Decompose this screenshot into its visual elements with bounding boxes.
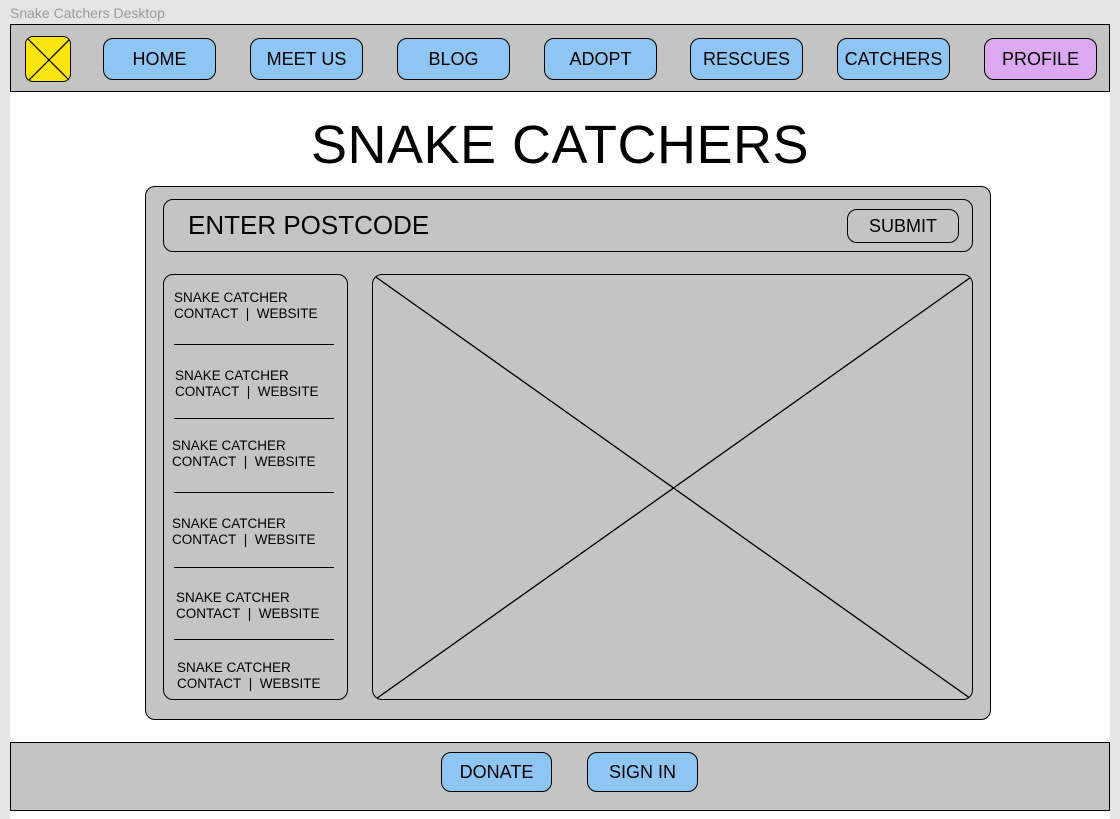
link-separator: |	[248, 676, 253, 691]
postcode-search-bar[interactable]: ENTER POSTCODE SUBMIT	[163, 199, 973, 252]
contact-link[interactable]: CONTACT	[174, 306, 238, 321]
website-link[interactable]: WEBSITE	[258, 384, 319, 399]
contact-link[interactable]: CONTACT	[172, 532, 236, 547]
postcode-input-label[interactable]: ENTER POSTCODE	[188, 210, 429, 241]
catcher-links: CONTACT | WEBSITE	[174, 306, 318, 322]
list-divider	[174, 567, 334, 568]
nav-blog-button[interactable]: BLOG	[397, 38, 510, 80]
footer: DONATE SIGN IN	[10, 742, 1110, 811]
nav-meet-us-button[interactable]: MEET US	[250, 38, 363, 80]
nav-adopt-button[interactable]: ADOPT	[544, 38, 657, 80]
catcher-links: CONTACT | WEBSITE	[172, 532, 316, 548]
catcher-list-item: SNAKE CATCHER CONTACT | WEBSITE	[172, 516, 316, 548]
catcher-links: CONTACT | WEBSITE	[177, 676, 321, 692]
contact-link[interactable]: CONTACT	[177, 676, 241, 691]
image-placeholder-icon	[373, 275, 972, 699]
catcher-links: CONTACT | WEBSITE	[176, 606, 320, 622]
list-divider	[174, 418, 334, 419]
link-separator: |	[246, 384, 251, 399]
catcher-list-item: SNAKE CATCHER CONTACT | WEBSITE	[177, 660, 321, 692]
nav-profile-button[interactable]: PROFILE	[984, 38, 1097, 80]
website-link[interactable]: WEBSITE	[257, 306, 318, 321]
nav-home-button[interactable]: HOME	[103, 38, 216, 80]
catcher-list-item: SNAKE CATCHER CONTACT | WEBSITE	[175, 368, 319, 400]
website-link[interactable]: WEBSITE	[255, 532, 316, 547]
sign-in-button[interactable]: SIGN IN	[587, 752, 698, 792]
catcher-links: CONTACT | WEBSITE	[175, 384, 319, 400]
catcher-name: SNAKE CATCHER	[175, 368, 289, 383]
catcher-name: SNAKE CATCHER	[176, 590, 290, 605]
catcher-list: SNAKE CATCHER CONTACT | WEBSITE SNAKE CA…	[163, 274, 348, 700]
submit-button[interactable]: SUBMIT	[847, 209, 959, 243]
catcher-links: CONTACT | WEBSITE	[172, 454, 316, 470]
website-link[interactable]: WEBSITE	[255, 454, 316, 469]
page-title: SNAKE CATCHERS	[310, 115, 810, 175]
catcher-list-item: SNAKE CATCHER CONTACT | WEBSITE	[176, 590, 320, 622]
website-link[interactable]: WEBSITE	[259, 606, 320, 621]
catcher-name: SNAKE CATCHER	[172, 516, 286, 531]
map-placeholder[interactable]	[372, 274, 973, 700]
catcher-name: SNAKE CATCHER	[177, 660, 291, 675]
link-separator: |	[247, 606, 252, 621]
contact-link[interactable]: CONTACT	[176, 606, 240, 621]
link-separator: |	[243, 454, 248, 469]
list-divider	[174, 639, 334, 640]
catcher-list-item: SNAKE CATCHER CONTACT | WEBSITE	[172, 438, 316, 470]
donate-button[interactable]: DONATE	[441, 752, 552, 792]
link-separator: |	[243, 532, 248, 547]
top-nav: HOME MEET US BLOG ADOPT RESCUES CATCHERS…	[10, 24, 1110, 92]
artboard: HOME MEET US BLOG ADOPT RESCUES CATCHERS…	[10, 24, 1110, 819]
catcher-finder-panel: ENTER POSTCODE SUBMIT SNAKE CATCHER CONT…	[145, 186, 991, 720]
list-divider	[174, 344, 334, 345]
catcher-name: SNAKE CATCHER	[172, 438, 286, 453]
contact-link[interactable]: CONTACT	[172, 454, 236, 469]
link-separator: |	[245, 306, 250, 321]
nav-catchers-button[interactable]: CATCHERS	[837, 38, 950, 80]
website-link[interactable]: WEBSITE	[260, 676, 321, 691]
logo-placeholder-icon[interactable]	[25, 36, 71, 82]
list-divider	[174, 492, 334, 493]
catcher-list-item: SNAKE CATCHER CONTACT | WEBSITE	[174, 290, 318, 322]
nav-rescues-button[interactable]: RESCUES	[690, 38, 803, 80]
contact-link[interactable]: CONTACT	[175, 384, 239, 399]
frame-label: Snake Catchers Desktop	[10, 5, 165, 21]
catcher-name: SNAKE CATCHER	[174, 290, 288, 305]
